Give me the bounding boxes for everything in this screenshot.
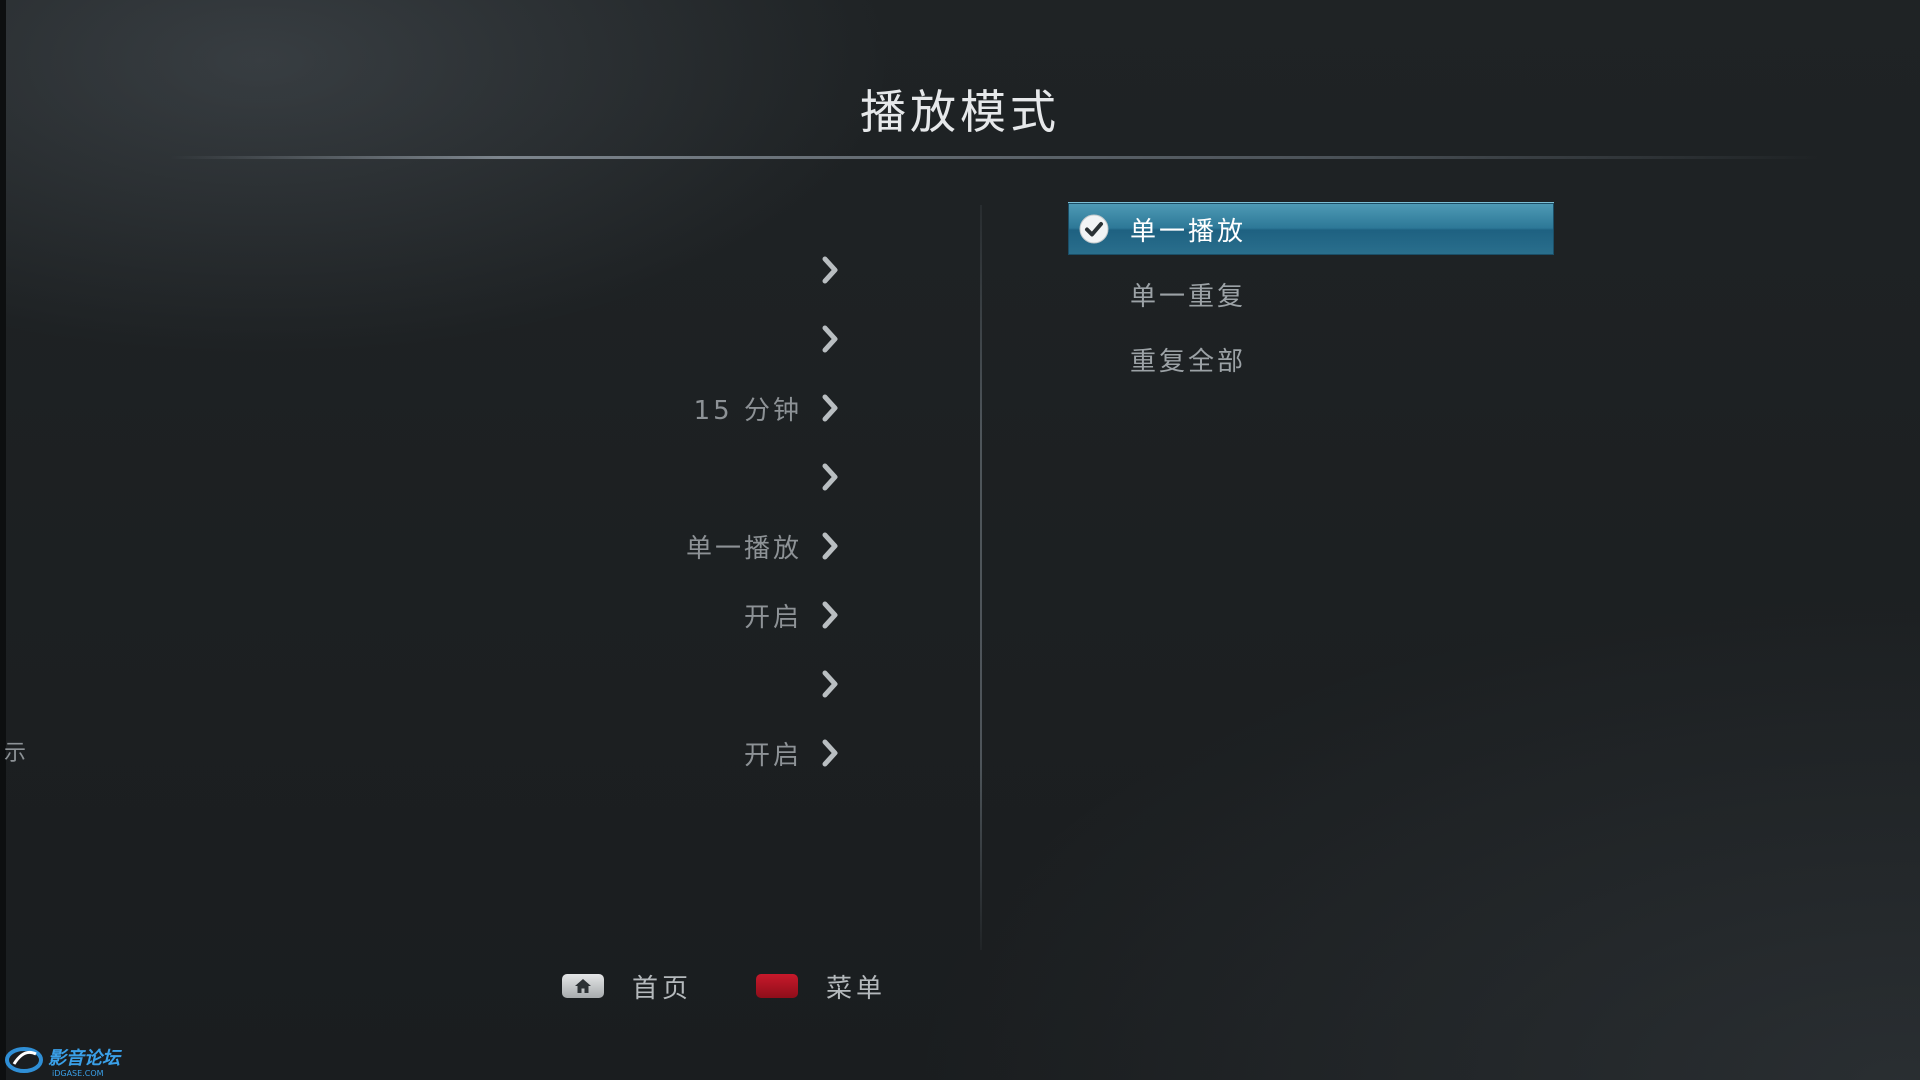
chevron-right-icon xyxy=(822,739,838,767)
settings-item[interactable]: 开启 xyxy=(0,728,840,778)
option-repeat-all[interactable]: 重复全部 xyxy=(1068,333,1554,385)
watermark-text: 影音论坛 xyxy=(48,1048,122,1069)
settings-item-value: 开启 xyxy=(743,740,802,771)
footer-home-hint[interactable]: 首页 xyxy=(562,968,692,1004)
settings-item[interactable]: 15 分钟 xyxy=(0,383,840,433)
settings-item[interactable] xyxy=(0,452,840,502)
chevron-right-icon xyxy=(822,670,838,698)
title-underline xyxy=(170,156,1820,159)
settings-screen: 播放模式 示 15 分钟 单一播放 开启 开启 单一播放 单一重复 重复全部 首… xyxy=(0,0,1920,1080)
settings-item-value: 开启 xyxy=(743,602,802,633)
check-circle-icon xyxy=(1079,214,1109,244)
footer-menu-hint[interactable]: 菜单 xyxy=(756,968,886,1004)
option-label: 单一播放 xyxy=(1130,216,1247,247)
settings-item[interactable] xyxy=(0,245,840,295)
option-single-play[interactable]: 单一播放 xyxy=(1068,202,1554,255)
watermark-logo: 影音论坛 iDGASE.COM xyxy=(5,1047,122,1078)
chevron-right-icon xyxy=(822,256,838,284)
page-title: 播放模式 xyxy=(860,85,1060,139)
watermark-subtext: iDGASE.COM xyxy=(52,1069,104,1078)
chevron-right-icon xyxy=(822,325,838,353)
settings-item[interactable]: 开启 xyxy=(0,590,840,640)
option-single-repeat[interactable]: 单一重复 xyxy=(1068,268,1554,320)
home-icon xyxy=(575,979,591,993)
chevron-right-icon xyxy=(822,463,838,491)
footer-menu-label: 菜单 xyxy=(826,973,887,1004)
settings-item-play-mode[interactable]: 单一播放 xyxy=(0,521,840,571)
settings-item-value: 15 分钟 xyxy=(693,395,802,426)
home-key xyxy=(562,974,604,998)
panel-divider xyxy=(980,205,982,950)
option-label: 单一重复 xyxy=(1130,281,1247,312)
settings-item[interactable] xyxy=(0,659,840,709)
settings-item[interactable] xyxy=(0,314,840,364)
chevron-right-icon xyxy=(822,394,838,422)
settings-item-value: 单一播放 xyxy=(685,533,802,564)
chevron-right-icon xyxy=(822,601,838,629)
chevron-right-icon xyxy=(822,532,838,560)
play-mode-options: 单一播放 单一重复 重复全部 xyxy=(1068,202,1554,398)
red-key-icon xyxy=(756,974,798,998)
footer-home-label: 首页 xyxy=(632,973,693,1004)
option-label: 重复全部 xyxy=(1130,346,1247,377)
